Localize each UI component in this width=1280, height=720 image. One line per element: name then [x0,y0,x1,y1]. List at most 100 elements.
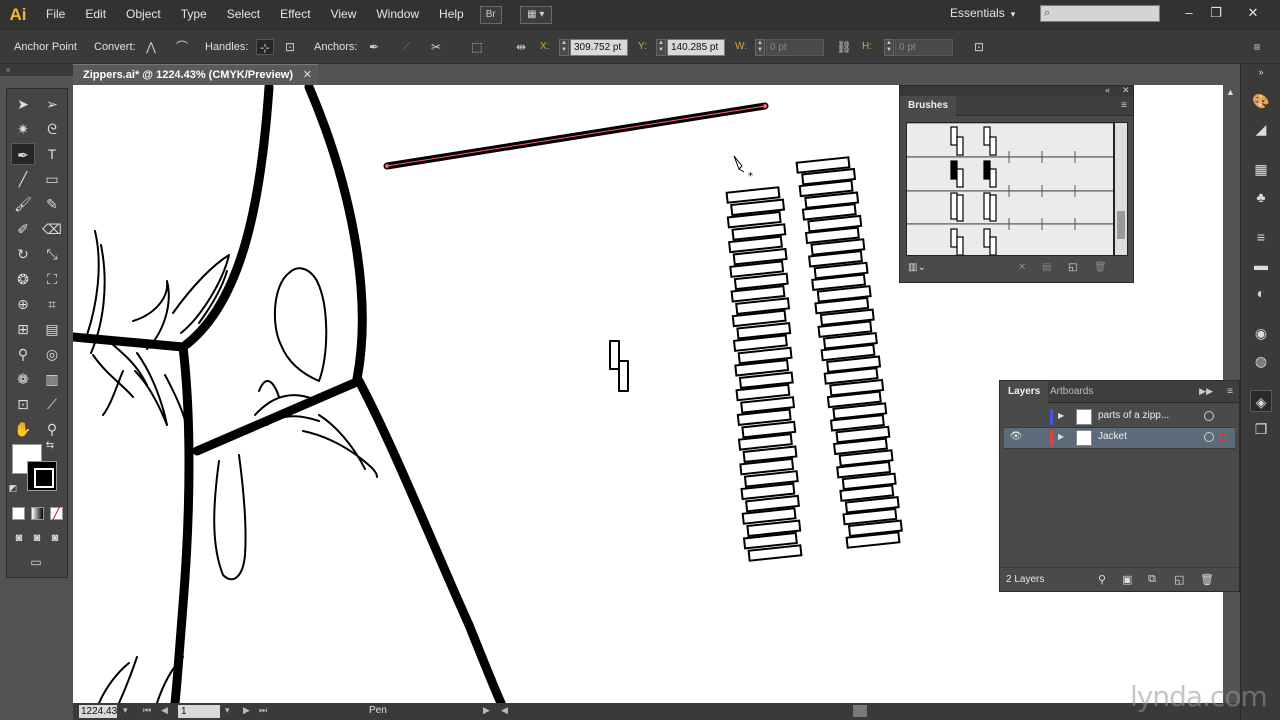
zoom-tool-icon[interactable]: ⚲ [40,418,64,440]
brush-options-icon[interactable]: ▤ [1042,262,1051,273]
hand-tool-icon[interactable]: ✋ [11,418,35,440]
next-artboard-icon[interactable]: ▶ [243,705,250,716]
selection-tool-icon[interactable]: ➤ [11,93,35,115]
brushes-scrollbar[interactable] [1114,122,1128,256]
status-current-tool[interactable]: Pen [369,705,387,716]
lasso-tool-icon[interactable]: ᘓ [40,118,64,140]
collapse-panel-icon[interactable]: ▶▶ [1199,386,1213,397]
color-guide-icon[interactable]: ◢ [1250,118,1272,140]
locate-object-icon[interactable]: ⚲ [1098,573,1106,586]
menu-type[interactable]: Type [171,0,217,29]
visibility-toggle[interactable] [1008,410,1024,424]
scroll-up-icon[interactable]: ▲ [1226,87,1235,97]
constrain-proportions-icon[interactable]: ⛓ [835,39,853,55]
free-transform-tool-icon[interactable]: ⛶ [40,268,64,290]
gradient-panel-icon[interactable]: ▬ [1250,254,1272,276]
collapse-panel-icon[interactable]: « [1105,85,1110,95]
target-circle-icon[interactable] [1204,432,1214,442]
default-colors-icon[interactable]: ◩ [7,482,19,494]
h-field[interactable]: 0 pt [895,39,953,56]
transparency-panel-icon[interactable]: ◐ [1250,282,1272,304]
lock-toggle[interactable] [1028,431,1044,445]
bridge-button[interactable]: Br [479,5,502,24]
line-tool-icon[interactable]: ╱ [11,168,35,190]
horizontal-scroll-thumb[interactable] [853,705,867,717]
paintbrush-tool-icon[interactable]: 🖌 [11,193,35,215]
zoom-dropdown-icon[interactable]: ▾ [123,705,128,716]
rotate-tool-icon[interactable]: ↻ [11,243,35,265]
brushes-scroll-thumb[interactable] [1117,211,1125,239]
status-menu-icon[interactable]: ▶ [483,705,490,716]
x-field[interactable]: 309.752 pt [570,39,628,56]
layer-row[interactable]: 👁 ▶ Jacket [1004,428,1235,449]
zipper-part[interactable] [609,340,620,370]
menu-view[interactable]: View [321,0,367,29]
appearance-panel-icon[interactable]: ◉ [1250,322,1272,344]
blob-brush-tool-icon[interactable]: ✐ [11,218,35,240]
pen-tool-icon[interactable]: ✒ [11,143,35,165]
new-layer-icon[interactable]: ◱ [1174,573,1184,586]
selection-indicator[interactable] [1219,434,1226,441]
new-brush-icon[interactable]: ◱ [1068,262,1077,273]
perspective-grid-tool-icon[interactable]: ⌗ [40,293,64,315]
restore-icon[interactable]: ❐ [1205,3,1227,23]
artboard-number-field[interactable]: 1 [178,705,220,718]
align-icon[interactable]: ⇹ [512,39,530,55]
brush-library-list[interactable] [906,122,1114,256]
y-stepper[interactable]: ▲ ▼ [656,39,666,56]
magic-wand-tool-icon[interactable]: ✷ [11,118,35,140]
artboards-panel-icon[interactable]: ❐ [1250,418,1272,440]
w-stepper[interactable]: ▲ ▼ [755,39,765,56]
gradient-mode-icon[interactable] [31,507,44,520]
minimize-icon[interactable]: – [1178,3,1200,23]
color-mode-icon[interactable] [12,507,25,520]
convert-corner-icon[interactable]: ⋀ [142,39,160,55]
control-panel-menu-icon[interactable]: ≡ [1248,39,1266,55]
column-graph-tool-icon[interactable]: ▥ [40,368,64,390]
brushes-tab[interactable]: Brushes [900,96,957,116]
mesh-tool-icon[interactable]: ⊞ [11,318,35,340]
connect-anchors-icon[interactable]: ⟋ [397,39,415,55]
new-sublayer-icon[interactable]: ⧉ [1148,573,1156,586]
delete-layer-icon[interactable]: 🗑 [1200,573,1214,586]
h-stepper[interactable]: ▲ ▼ [884,39,894,56]
swatches-panel-icon[interactable]: ▦ [1250,158,1272,180]
zoom-field[interactable]: 1224.43 [79,705,117,718]
select-similar-icon[interactable]: ⬚ [468,39,486,55]
eye-icon[interactable]: 👁 [1008,431,1024,445]
menu-file[interactable]: File [36,0,75,29]
draw-behind-icon[interactable]: ◙ [28,527,46,549]
symbols-panel-icon[interactable]: ♣ [1250,186,1272,208]
last-artboard-icon[interactable]: ⏭ [259,705,267,716]
tab-layers[interactable]: Layers [1000,381,1049,403]
first-artboard-icon[interactable]: ⏮ [143,705,151,716]
menu-object[interactable]: Object [116,0,171,29]
slice-tool-icon[interactable]: ⟋ [40,393,64,415]
remove-stroke-icon[interactable]: ✕ [1018,262,1026,273]
panel-menu-icon[interactable]: ≡ [1227,386,1233,397]
type-tool-icon[interactable]: T [40,143,64,165]
w-field[interactable]: 0 pt [766,39,824,56]
symbol-sprayer-tool-icon[interactable]: ❁ [11,368,35,390]
artboard-dropdown-icon[interactable]: ▾ [225,705,230,716]
search-input[interactable] [1058,6,1158,21]
y-field[interactable]: 140.285 pt [667,39,725,56]
anchor-end[interactable] [763,104,767,108]
gradient-tool-icon[interactable]: ▤ [40,318,64,340]
help-search[interactable]: ⌕ [1040,5,1160,22]
stroke-panel-icon[interactable]: ≡ [1250,226,1272,248]
scale-tool-icon[interactable]: ⤡ [40,243,64,265]
rectangle-tool-icon[interactable]: ▭ [40,168,64,190]
prev-artboard-icon[interactable]: ◀ [161,705,168,716]
brush-libraries-icon[interactable]: ▥⌄ [908,262,926,273]
stroke-swatch[interactable] [27,461,57,491]
tab-artboards[interactable]: Artboards [1042,381,1101,403]
blend-tool-icon[interactable]: ◎ [40,343,64,365]
swap-fill-stroke-icon[interactable]: ⇆ [43,439,57,453]
menu-select[interactable]: Select [217,0,270,29]
cut-path-icon[interactable]: ✂ [427,39,445,55]
menu-help[interactable]: Help [429,0,474,29]
close-icon[interactable]: ✕ [303,65,312,85]
arrange-documents-button[interactable]: ▦ ▾ [519,5,552,24]
expand-triangle-icon[interactable]: ▶ [1058,411,1064,420]
